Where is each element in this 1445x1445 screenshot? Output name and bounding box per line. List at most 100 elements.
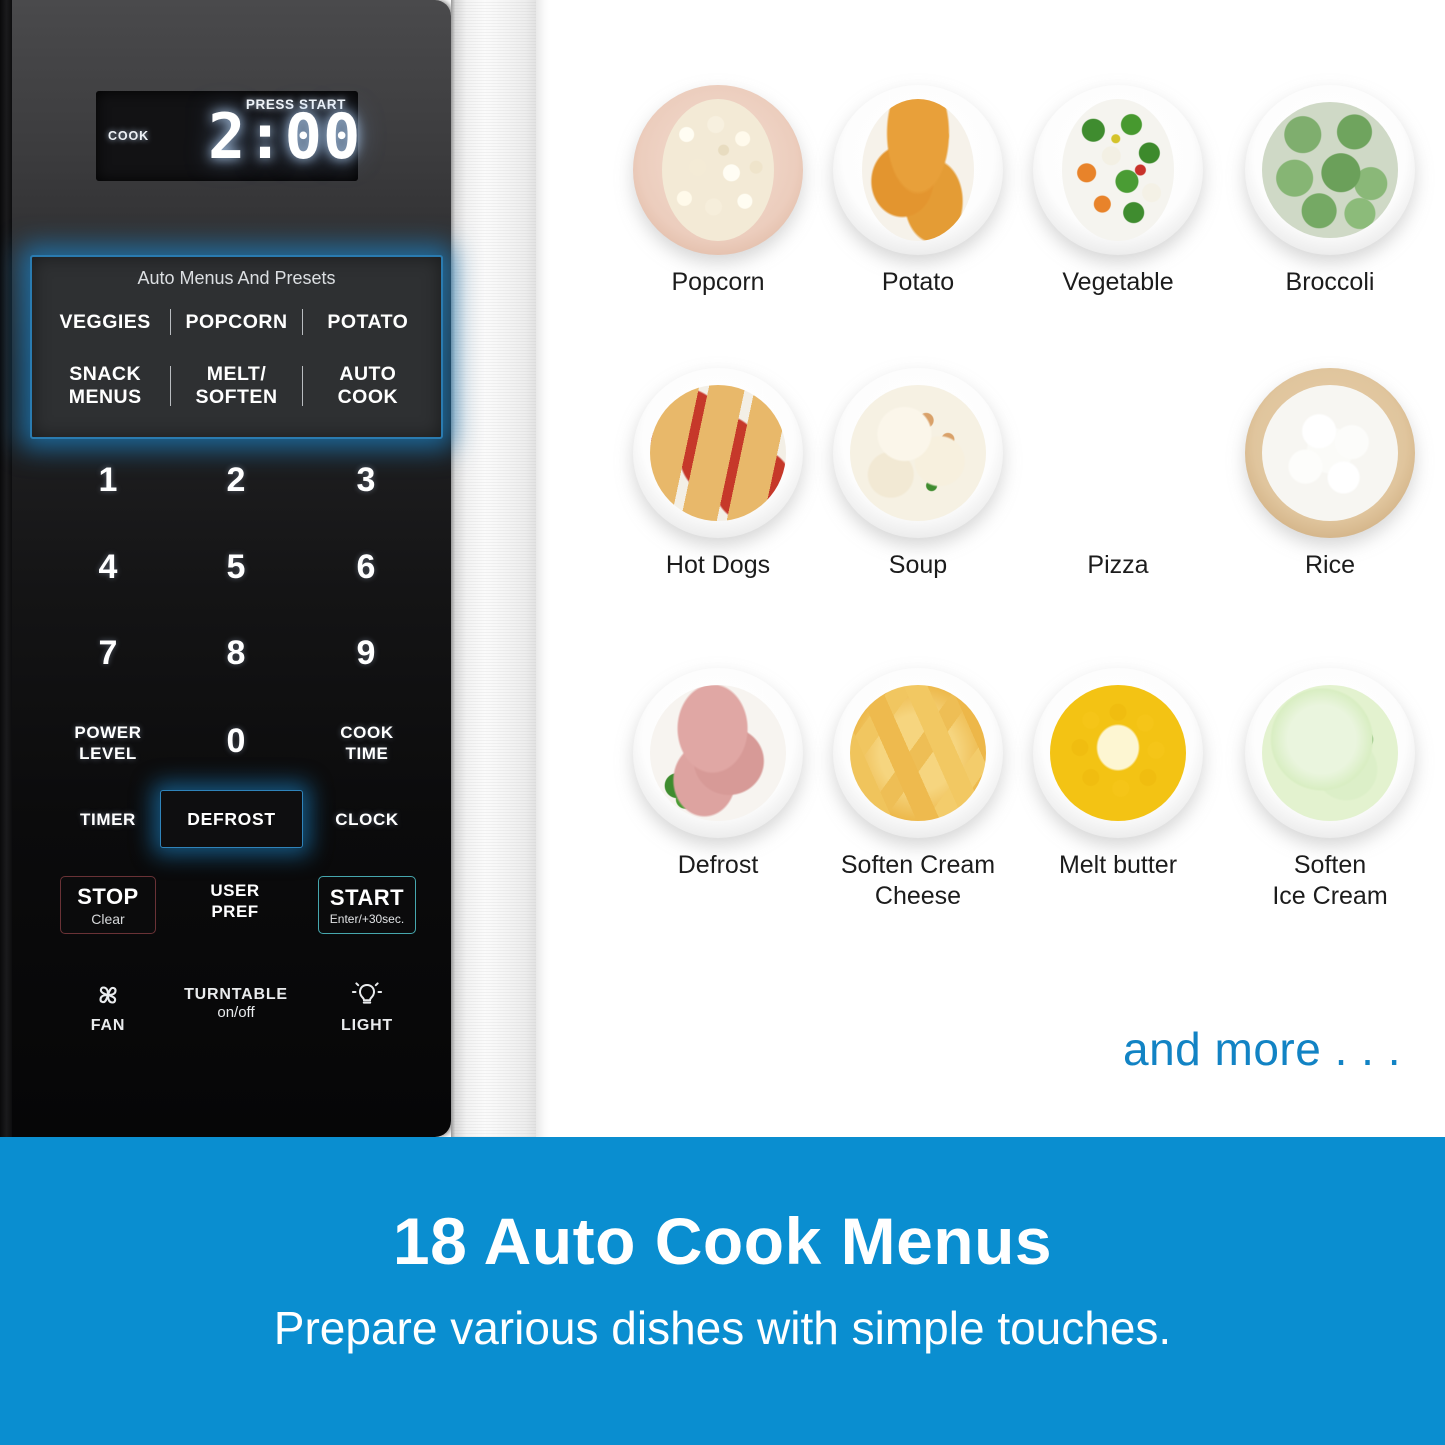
auto-button-melt-soften[interactable]: MELT/ SOFTEN <box>171 363 301 409</box>
keypad-button-6[interactable]: 6 <box>336 548 396 587</box>
user-pref-button[interactable]: USER PREF <box>186 880 284 922</box>
cook-time-button[interactable]: COOK TIME <box>312 722 422 764</box>
fan-icon <box>99 986 117 1004</box>
start-button-sublabel: Enter/+30sec. <box>329 911 405 926</box>
auto-button-auto-cook-line1: AUTO <box>339 363 397 385</box>
food-label-melt-butter: Melt butter <box>1058 851 1178 879</box>
keypad-button-2[interactable]: 2 <box>206 461 266 500</box>
defrost-meat-plate <box>633 668 803 838</box>
keypad-button-8[interactable]: 8 <box>206 634 266 673</box>
food-label-pizza: Pizza <box>1087 551 1149 579</box>
led-display: PRESS START COOK 2:00 <box>96 91 360 181</box>
food-label-hot-dogs: Hot Dogs <box>665 551 771 579</box>
power-level-button[interactable]: POWER LEVEL <box>53 722 163 764</box>
auto-menus-presets-panel[interactable]: Auto Menus And Presets VEGGIES POPCORN P… <box>30 255 443 439</box>
auto-button-snack-menus[interactable]: SNACK MENUS <box>40 363 170 409</box>
ice-cream-bowl <box>1245 668 1415 838</box>
bowl-shape <box>1245 85 1415 255</box>
bowl-shape <box>633 368 803 538</box>
food-label-soup: Soup <box>888 551 948 579</box>
broccoli-food <box>1262 102 1398 238</box>
cook-time-line2: TIME <box>345 744 389 763</box>
auto-button-veggies[interactable]: VEGGIES <box>40 311 170 334</box>
cream-cheese-food <box>850 685 986 821</box>
light-button-label: LIGHT <box>341 1017 393 1034</box>
turntable-button[interactable]: TURNTABLE on/off <box>181 986 291 1021</box>
food-item-soften-ice-cream: Soften Ice Cream <box>1225 668 1435 912</box>
keypad-button-1[interactable]: 1 <box>78 461 138 500</box>
food-label-rice: Rice <box>1304 551 1355 579</box>
auto-button-popcorn[interactable]: POPCORN <box>171 311 301 334</box>
auto-button-snack-menus-line2: MENUS <box>68 386 142 408</box>
light-button[interactable]: LIGHT <box>312 978 422 1035</box>
food-label-defrost: Defrost <box>677 851 759 879</box>
bowl-shape <box>1033 668 1203 838</box>
stop-clear-button[interactable]: STOP Clear <box>60 876 156 934</box>
keypad-button-4[interactable]: 4 <box>78 548 138 587</box>
hot-dogs-food <box>650 385 786 521</box>
bottom-banner: 18 Auto Cook Menus Prepare various dishe… <box>0 1137 1445 1445</box>
vegetable-bowl <box>1033 85 1203 255</box>
timer-button[interactable]: TIMER <box>53 809 163 830</box>
auto-button-potato[interactable]: POTATO <box>303 311 433 334</box>
corn-butter-bowl <box>1033 668 1203 838</box>
keypad-button-5[interactable]: 5 <box>206 548 266 587</box>
bowl-shape <box>833 85 1003 255</box>
potato-bowl <box>833 85 1003 255</box>
bowl-shape <box>633 85 803 255</box>
food-item-rice: Rice <box>1225 368 1435 581</box>
keypad-button-7[interactable]: 7 <box>78 634 138 673</box>
bowl-shape <box>833 668 1003 838</box>
light-bulb-icon <box>351 982 383 1004</box>
food-label-broccoli: Broccoli <box>1285 268 1375 296</box>
turntable-line1: TURNTABLE <box>184 986 288 1003</box>
popcorn-bowl <box>633 85 803 255</box>
food-label-line2: Ice Cream <box>1272 882 1388 910</box>
food-item-broccoli: Broccoli <box>1225 85 1435 298</box>
stainless-steel-trim <box>451 0 536 1137</box>
power-level-line2: LEVEL <box>79 744 137 763</box>
auto-button-snack-menus-line1: SNACK <box>69 363 142 385</box>
defrost-button[interactable]: DEFROST <box>160 790 303 848</box>
pizza-plate <box>1033 368 1203 538</box>
fan-button[interactable]: FAN <box>53 978 163 1035</box>
microwave-control-panel: PRESS START COOK 2:00 Auto Menus And Pre… <box>0 0 605 1137</box>
food-item-soften-cream-cheese: Soften Cream Cheese <box>813 668 1023 912</box>
food-item-popcorn: Popcorn <box>613 85 823 298</box>
food-item-potato: Potato <box>813 85 1023 298</box>
food-label-popcorn: Popcorn <box>671 268 765 296</box>
food-item-soup: Soup <box>813 368 1023 581</box>
hot-dogs-plate <box>633 368 803 538</box>
food-item-vegetable: Vegetable <box>1013 85 1223 298</box>
power-level-line1: POWER <box>74 723 142 742</box>
food-item-defrost: Defrost <box>613 668 823 881</box>
vegetable-food <box>1061 98 1175 242</box>
soup-bowl <box>833 368 1003 538</box>
food-label-line1: Soften Cream <box>840 851 996 879</box>
keypad-button-3[interactable]: 3 <box>336 461 396 500</box>
keypad-button-9[interactable]: 9 <box>336 634 396 673</box>
keypad-button-0[interactable]: 0 <box>206 722 266 761</box>
auto-menus-row-1: VEGGIES POPCORN POTATO <box>32 309 441 335</box>
bowl-shape <box>1245 668 1415 838</box>
raw-meat-food <box>650 685 786 821</box>
auto-cook-food-grid: Popcorn Potato Vegetable Broccoli Hot Do… <box>605 0 1445 1137</box>
auto-menus-row-2: SNACK MENUS MELT/ SOFTEN AUTO COOK <box>32 363 441 409</box>
bowl-shape <box>1033 85 1203 255</box>
food-label-soften-cream-cheese: Soften Cream Cheese <box>813 850 1023 912</box>
stop-button-label: STOP <box>77 883 139 909</box>
banner-subtitle: Prepare various dishes with simple touch… <box>273 1302 1172 1354</box>
auto-button-auto-cook[interactable]: AUTO COOK <box>303 363 433 409</box>
and-more-text: and more . . . <box>1122 1023 1401 1075</box>
food-label-potato: Potato <box>881 268 955 296</box>
fan-button-label: FAN <box>90 1017 126 1034</box>
panel-left-edge <box>0 0 12 1137</box>
start-button[interactable]: START Enter/+30sec. <box>318 876 416 934</box>
food-label-soften-ice-cream: Soften Ice Cream <box>1225 850 1435 912</box>
top-section: PRESS START COOK 2:00 Auto Menus And Pre… <box>0 0 1445 1137</box>
bowl-shape <box>633 668 803 838</box>
stop-button-sublabel: Clear <box>91 910 125 927</box>
melt-butter-food <box>1050 685 1186 821</box>
cook-time-line1: COOK <box>340 723 394 742</box>
clock-button[interactable]: CLOCK <box>312 809 422 830</box>
